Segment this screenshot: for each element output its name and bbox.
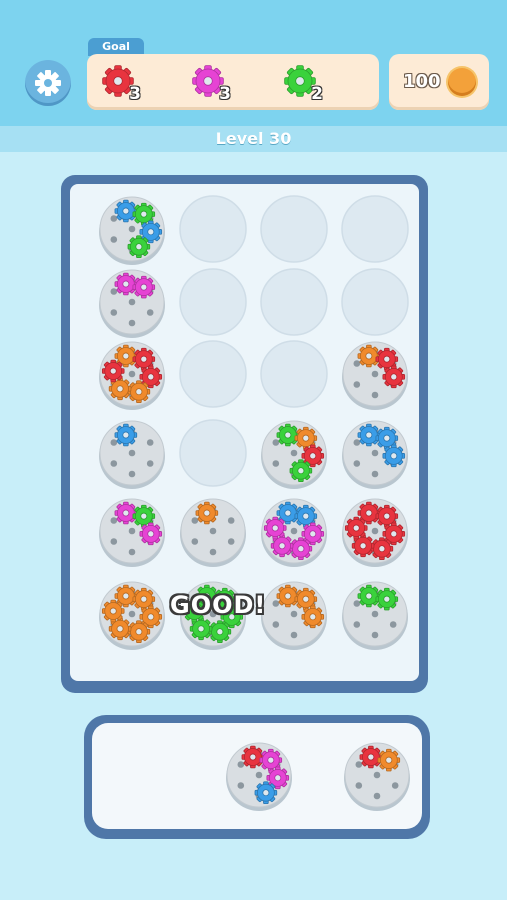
- red-gear: [241, 745, 265, 769]
- board-slot[interactable]: [260, 268, 328, 336]
- board-slot[interactable]: [99, 196, 165, 265]
- board-slot[interactable]: [99, 581, 165, 650]
- board-slot[interactable]: [342, 498, 408, 567]
- board-slot[interactable]: [342, 420, 408, 489]
- red-gear: [370, 537, 394, 560]
- board-slot[interactable]: [342, 581, 408, 650]
- orange-gear: [127, 380, 151, 403]
- game-scene: [99, 195, 410, 811]
- magenta-gear: [139, 522, 163, 546]
- board-slot[interactable]: [261, 581, 327, 650]
- board-slot[interactable]: [99, 420, 165, 489]
- board-slot[interactable]: [99, 498, 165, 567]
- red-gear: [382, 365, 406, 389]
- board-slot[interactable]: [261, 498, 327, 567]
- magenta-gear: [289, 537, 313, 560]
- board-slot[interactable]: [341, 195, 409, 263]
- blue-gear: [114, 199, 138, 223]
- board-slot[interactable]: [179, 340, 247, 408]
- board-slot[interactable]: [341, 268, 409, 336]
- board-slot[interactable]: [342, 341, 408, 410]
- red-gear: [344, 516, 368, 540]
- orange-gear: [127, 620, 151, 643]
- tray-slot[interactable]: [226, 742, 292, 811]
- blue-gear: [382, 444, 406, 468]
- green-gear: [375, 587, 399, 611]
- orange-gear: [377, 748, 401, 772]
- orange-gear: [301, 605, 325, 629]
- magenta-gear: [114, 501, 138, 525]
- red-gear: [101, 359, 125, 383]
- tray-slot[interactable]: [344, 742, 410, 811]
- board-slot[interactable]: [179, 195, 247, 263]
- magenta-gear: [132, 275, 156, 299]
- blue-gear: [114, 423, 138, 447]
- board-slot[interactable]: [179, 268, 247, 336]
- board-slot[interactable]: [179, 419, 247, 487]
- board-slot[interactable]: [260, 195, 328, 263]
- green-gear: [276, 423, 300, 447]
- board-slot[interactable]: [99, 341, 165, 410]
- feedback-text: GOOD!: [170, 591, 267, 619]
- blue-gear: [357, 423, 381, 447]
- orange-gear: [101, 599, 125, 623]
- green-gear: [357, 584, 381, 608]
- blue-gear: [254, 781, 278, 804]
- red-gear: [359, 745, 383, 769]
- board-slot[interactable]: [261, 420, 327, 489]
- green-gear: [208, 620, 232, 643]
- green-gear: [289, 459, 313, 482]
- green-gear: [127, 235, 151, 258]
- orange-gear: [276, 584, 300, 608]
- magenta-gear: [263, 516, 287, 540]
- orange-gear: [357, 344, 381, 368]
- board-slot[interactable]: [260, 340, 328, 408]
- magenta-gear: [114, 272, 138, 296]
- board-slot[interactable]: [180, 498, 246, 567]
- orange-gear: [195, 501, 219, 525]
- board-slot[interactable]: [99, 269, 165, 338]
